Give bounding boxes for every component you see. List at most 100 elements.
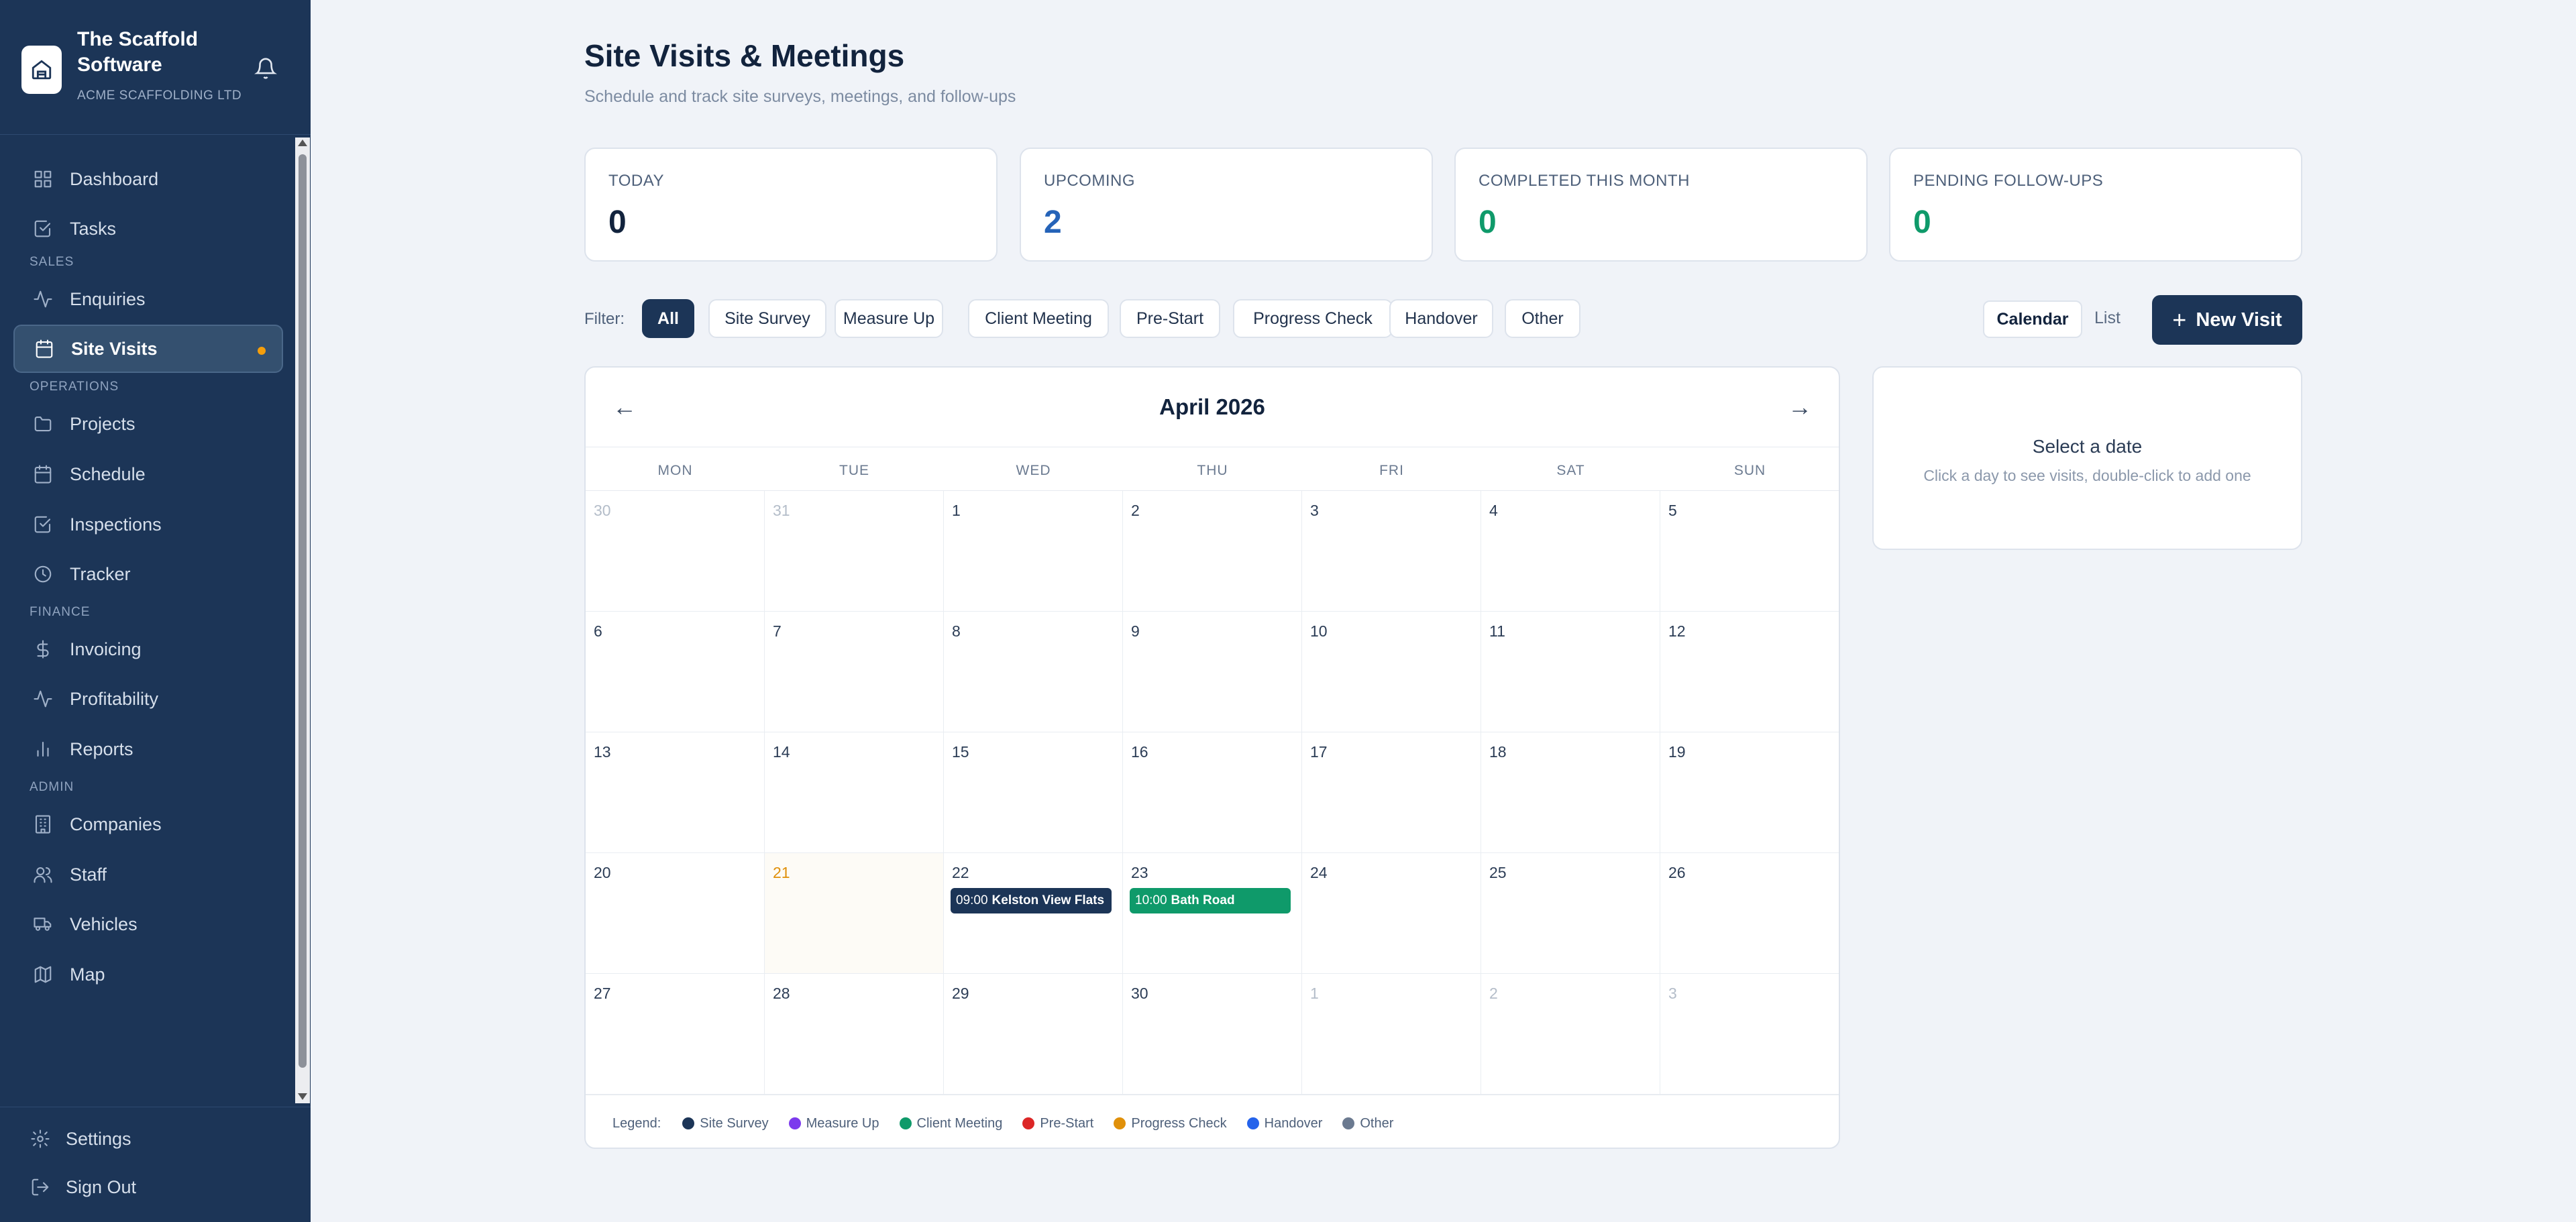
stat-label: COMPLETED THIS MONTH xyxy=(1479,172,1690,190)
event-time: 10:00 xyxy=(1135,893,1167,907)
calendar-day[interactable]: 31 xyxy=(765,491,944,612)
sidebar-item-enquiries[interactable]: Enquiries xyxy=(13,275,283,323)
filter-chip-handover[interactable]: Handover xyxy=(1389,299,1493,338)
calendar-day[interactable]: 25 xyxy=(1481,853,1660,974)
calendar-day[interactable]: 2 xyxy=(1481,974,1660,1095)
day-number: 18 xyxy=(1489,743,1507,761)
filter-chip-measure-up[interactable]: Measure Up xyxy=(835,299,943,338)
calendar-day[interactable]: 18 xyxy=(1481,732,1660,853)
day-number: 10 xyxy=(1310,622,1328,640)
calendar-day[interactable]: 1 xyxy=(1302,974,1481,1095)
nav-section-finance: FINANCE xyxy=(30,605,91,619)
day-number: 25 xyxy=(1489,864,1507,881)
sidebar-item-label: Tracker xyxy=(70,563,131,584)
sidebar-item-settings[interactable]: Settings xyxy=(13,1117,283,1160)
calendar-day[interactable]: 14 xyxy=(765,732,944,853)
calendar-day[interactable]: 15 xyxy=(944,732,1123,853)
filter-chip-client-meeting[interactable]: Client Meeting xyxy=(968,299,1109,338)
legend-item-handover: Handover xyxy=(1246,1116,1322,1131)
bell-icon[interactable] xyxy=(250,52,282,85)
scroll-down-arrow[interactable] xyxy=(298,1093,307,1100)
day-number: 3 xyxy=(1668,985,1677,1002)
calendar-day[interactable]: 26 xyxy=(1660,853,1839,974)
calendar-day[interactable]: 3 xyxy=(1660,974,1839,1095)
calendar-day[interactable]: 11 xyxy=(1481,612,1660,732)
sidebar-item-invoicing[interactable]: Invoicing xyxy=(13,625,283,673)
filter-chip-progress-check[interactable]: Progress Check xyxy=(1233,299,1393,338)
calendar-day[interactable]: 12 xyxy=(1660,612,1839,732)
sidebar-item-profitability[interactable]: Profitability xyxy=(13,675,283,723)
sidebar-item-companies[interactable]: Companies xyxy=(13,800,283,848)
calendar-day[interactable]: 9 xyxy=(1123,612,1302,732)
company-name: ACME SCAFFOLDING LTD xyxy=(77,89,242,103)
sidebar-item-label: Schedule xyxy=(70,463,146,484)
calendar-day[interactable]: 27 xyxy=(586,974,765,1095)
checkbox-icon xyxy=(28,510,58,539)
calendar-day[interactable]: 29 xyxy=(944,974,1123,1095)
calendar-view-button[interactable]: Calendar xyxy=(1983,300,2082,338)
sidebar-item-inspections[interactable]: Inspections xyxy=(13,500,283,549)
calendar-day[interactable]: 22 09:00 Kelston View Flats xyxy=(944,853,1123,974)
panel-hint: Click a day to see visits, double-click … xyxy=(1923,467,2251,484)
calendar-day[interactable]: 4 xyxy=(1481,491,1660,612)
new-visit-button[interactable]: + New Visit xyxy=(2152,295,2302,345)
calendar-day[interactable]: 17 xyxy=(1302,732,1481,853)
calendar-day[interactable]: 2 xyxy=(1123,491,1302,612)
calendar-day[interactable]: 30 xyxy=(1123,974,1302,1095)
calendar-day[interactable]: 30 xyxy=(586,491,765,612)
list-view-button[interactable]: List xyxy=(2094,309,2121,328)
stat-card-completed-this-month: COMPLETED THIS MONTH 0 xyxy=(1454,148,1868,262)
calendar-day[interactable]: 3 xyxy=(1302,491,1481,612)
calendar-day[interactable]: 20 xyxy=(586,853,765,974)
sidebar-item-reports[interactable]: Reports xyxy=(13,725,283,773)
scroll-up-arrow[interactable] xyxy=(298,140,307,146)
scrollbar-thumb[interactable] xyxy=(299,154,307,1068)
calendar-day[interactable]: 1 xyxy=(944,491,1123,612)
calendar-day[interactable]: 10 xyxy=(1302,612,1481,732)
calendar-day[interactable]: 19 xyxy=(1660,732,1839,853)
sidebar-item-site-visits[interactable]: Site Visits xyxy=(13,325,283,373)
next-month-button[interactable]: → xyxy=(1788,393,1812,421)
sidebar-item-label: Site Visits xyxy=(71,338,158,359)
sidebar-item-vehicles[interactable]: Vehicles xyxy=(13,900,283,948)
calendar-day[interactable]: 13 xyxy=(586,732,765,853)
filter-chip-site-survey[interactable]: Site Survey xyxy=(708,299,826,338)
panel-title: Select a date xyxy=(2032,436,2143,457)
day-number: 8 xyxy=(952,622,961,640)
day-number: 17 xyxy=(1310,743,1328,761)
filter-chip-all[interactable]: All xyxy=(642,299,694,338)
sidebar-item-sign-out[interactable]: Sign Out xyxy=(13,1166,283,1209)
filter-chip-other[interactable]: Other xyxy=(1505,299,1580,338)
legend-dot xyxy=(1022,1117,1035,1129)
app-name: The Scaffold Software xyxy=(77,28,199,76)
calendar-event[interactable]: 09:00 Kelston View Flats xyxy=(951,888,1112,913)
calendar-day[interactable]: 5 xyxy=(1660,491,1839,612)
sidebar-item-label: Settings xyxy=(66,1128,131,1149)
calendar-event[interactable]: 10:00 Bath Road xyxy=(1130,888,1291,913)
sidebar-item-schedule[interactable]: Schedule xyxy=(13,450,283,498)
sidebar-nav: Dashboard Tasks SALES Enquiries Site Visits O… xyxy=(0,137,295,1103)
sidebar-item-dashboard[interactable]: Dashboard xyxy=(13,155,283,203)
logout-icon xyxy=(27,1174,54,1201)
sidebar-item-staff[interactable]: Staff xyxy=(13,850,283,899)
calendar-day[interactable]: 16 xyxy=(1123,732,1302,853)
legend-text: Pre-Start xyxy=(1040,1115,1094,1131)
calendar-day[interactable]: 23 10:00 Bath Road xyxy=(1123,853,1302,974)
legend-item-measure-up: Measure Up xyxy=(788,1116,879,1131)
sidebar-item-tracker[interactable]: Tracker xyxy=(13,550,283,598)
calendar-day[interactable]: 24 xyxy=(1302,853,1481,974)
sidebar-item-projects[interactable]: Projects xyxy=(13,400,283,448)
legend-item-other: Other xyxy=(1342,1116,1393,1131)
sidebar-item-tasks[interactable]: Tasks xyxy=(13,205,283,253)
calendar-day[interactable]: 6 xyxy=(586,612,765,732)
nav-section-sales: SALES xyxy=(30,255,74,269)
day-number: 12 xyxy=(1668,622,1686,640)
calendar-day[interactable]: 28 xyxy=(765,974,944,1095)
legend-item-site-survey: Site Survey xyxy=(682,1116,769,1131)
sidebar-item-map[interactable]: Map xyxy=(13,950,283,999)
calendar-day[interactable]: 7 xyxy=(765,612,944,732)
calendar-day-today[interactable]: 21 xyxy=(765,853,944,974)
filter-chip-pre-start[interactable]: Pre-Start xyxy=(1120,299,1220,338)
stat-value: 0 xyxy=(1479,205,1497,240)
calendar-day[interactable]: 8 xyxy=(944,612,1123,732)
